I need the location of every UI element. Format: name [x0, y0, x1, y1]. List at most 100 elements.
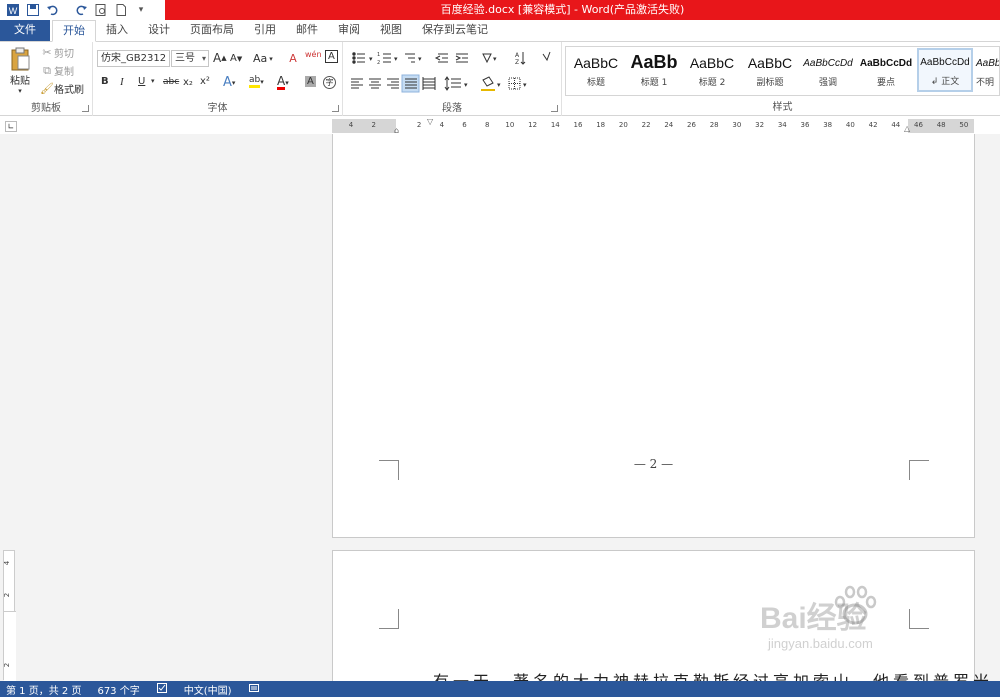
grow-font-label: A	[213, 51, 222, 65]
brush-icon: 🖌	[40, 82, 54, 95]
font-launcher-icon[interactable]	[332, 105, 339, 112]
underline-dropdown-icon[interactable]: ▾	[151, 77, 155, 85]
style-strong[interactable]: AaBbCcDd 要点	[858, 49, 914, 93]
paste-button[interactable]: 粘贴 ▾	[6, 46, 34, 95]
tab-layout[interactable]: 页面布局	[180, 20, 244, 41]
page-count[interactable]: 第 1 页，共 2 页	[6, 682, 81, 697]
numbering-icon[interactable]: 12	[377, 52, 391, 66]
bold-button[interactable]: B	[101, 76, 109, 87]
proofing-icon[interactable]	[156, 682, 168, 697]
vertical-ruler[interactable]: 4 2 2	[3, 550, 16, 681]
right-indent-marker[interactable]: △	[904, 124, 910, 133]
tab-file[interactable]: 文件	[0, 20, 50, 41]
decrease-indent-icon[interactable]	[434, 53, 448, 63]
style-heading2-name: 标题 2	[698, 78, 726, 88]
tab-insert[interactable]: 插入	[96, 20, 138, 41]
ruler-left-margin	[332, 119, 396, 133]
style-subtle[interactable]: AaBb 不明	[976, 49, 999, 93]
char-border-icon[interactable]: A	[325, 50, 338, 63]
ruler-tick: 40	[845, 121, 855, 129]
redo-icon[interactable]	[72, 2, 90, 18]
format-painter-button[interactable]: 🖌 格式刷	[40, 81, 84, 96]
word-count[interactable]: 673 个字	[97, 682, 139, 697]
tab-review[interactable]: 审阅	[328, 20, 370, 41]
increase-indent-icon[interactable]	[455, 53, 468, 63]
chinese-layout-icon[interactable]	[482, 53, 492, 64]
customize-qat-icon[interactable]: ▾	[132, 2, 150, 18]
borders-icon[interactable]	[508, 77, 521, 90]
ruler-tick: 26	[687, 121, 696, 129]
superscript-button[interactable]: x²	[200, 76, 210, 87]
sort-icon[interactable]: AZ	[515, 52, 526, 66]
save-icon[interactable]	[24, 2, 42, 18]
ruler-tick: 12	[528, 121, 538, 129]
style-heading1[interactable]: AaBb 标题 1	[626, 49, 682, 93]
tab-references[interactable]: 引用	[244, 20, 286, 41]
subscript-button[interactable]: x₂	[183, 77, 193, 88]
distributed-icon[interactable]	[422, 77, 436, 90]
shading-icon[interactable]	[481, 76, 495, 91]
tab-design[interactable]: 设计	[138, 20, 180, 41]
ruler-tick: 2	[416, 121, 422, 129]
word-logo-icon: W	[4, 2, 22, 18]
tab-mailings[interactable]: 邮件	[286, 20, 328, 41]
style-subtitle[interactable]: AaBbC 副标题	[742, 49, 798, 93]
tab-cloud-notes[interactable]: 保存到云笔记	[412, 20, 498, 41]
vruler-page-area	[4, 611, 16, 681]
style-title-name: 标题	[586, 78, 605, 88]
cut-label: 剪切	[54, 49, 74, 60]
style-emphasis[interactable]: AaBbCcDd 强调	[800, 49, 856, 93]
font-color-icon[interactable]: A ▾	[277, 75, 289, 90]
style-heading2-sample: AaBbC	[689, 55, 735, 71]
style-title[interactable]: AaBbC 标题	[568, 49, 624, 93]
style-normal[interactable]: AaBbCcDd ↲ 正文	[917, 48, 973, 92]
grow-font-button[interactable]: A ▲	[213, 51, 227, 65]
new-document-icon[interactable]	[112, 2, 130, 18]
font-name-select[interactable]: 仿宋_GB2312	[97, 50, 170, 67]
page-2[interactable]: — 2 —	[332, 134, 975, 538]
ruler-tick: 4	[439, 121, 445, 129]
first-line-indent-marker[interactable]: ▽	[427, 117, 433, 126]
line-spacing-icon[interactable]	[444, 76, 461, 91]
change-case-button[interactable]: Aa ▾	[253, 52, 273, 65]
phonetic-guide-icon[interactable]: wén	[305, 50, 322, 59]
tab-view[interactable]: 视图	[370, 20, 412, 41]
margin-corner-tl	[379, 609, 399, 629]
font-group: 仿宋_GB2312 三号 ▾ A ▲ A ▼ Aa ▾ ꓮ wén A B I U ▾ …	[93, 42, 343, 116]
strikethrough-button[interactable]: abc	[163, 77, 179, 87]
bullets-icon[interactable]	[352, 52, 365, 64]
align-left-icon[interactable]	[351, 78, 363, 89]
shrink-font-button[interactable]: A ▼	[230, 53, 242, 64]
language-indicator[interactable]: 中文(中国)	[184, 682, 232, 697]
tab-selector[interactable]: ∟	[5, 121, 17, 132]
svg-text:▾: ▾	[497, 81, 501, 89]
vruler-tick: 2	[3, 592, 12, 598]
style-normal-name-wrap: ↲ 正文	[930, 77, 960, 87]
align-center-icon[interactable]	[369, 78, 381, 89]
char-shading-icon[interactable]: A	[305, 76, 316, 87]
tab-home[interactable]: 开始	[52, 20, 96, 42]
show-marks-icon[interactable]	[542, 51, 551, 62]
multilevel-list-icon[interactable]	[405, 53, 415, 63]
font-size-select[interactable]: 三号 ▾	[171, 50, 209, 67]
underline-button[interactable]: U	[138, 76, 145, 87]
italic-button[interactable]: I	[120, 76, 124, 88]
paragraph-launcher-icon[interactable]	[551, 105, 558, 112]
clear-formatting-icon[interactable]: ꓮ	[286, 51, 300, 65]
align-right-icon[interactable]	[387, 78, 399, 89]
ruler-tick: 16	[573, 121, 583, 129]
enclose-char-icon[interactable]: 字	[323, 76, 336, 89]
clipboard-launcher-icon[interactable]	[82, 105, 89, 112]
text-effects-icon[interactable]: A ▾	[223, 75, 235, 90]
cut-button[interactable]: ✂ 剪切	[40, 45, 74, 60]
ruler-tick: 22	[641, 121, 651, 129]
horizontal-ruler[interactable]: 4 2 2 4 6 8 10 12 14 16 18 20 22 24 26 28 30 32 34 36 38 40 42…	[332, 117, 974, 135]
style-heading2[interactable]: AaBbC 标题 2	[684, 49, 740, 93]
copy-button[interactable]: ⧉ 复制	[40, 63, 74, 79]
macro-record-icon[interactable]	[248, 682, 260, 697]
print-preview-icon[interactable]	[92, 2, 110, 18]
ruler-tick: 36	[800, 121, 810, 129]
highlight-icon[interactable]: ab ▾	[249, 75, 264, 88]
format-painter-label: 格式刷	[54, 85, 84, 96]
undo-icon[interactable]	[44, 2, 62, 18]
